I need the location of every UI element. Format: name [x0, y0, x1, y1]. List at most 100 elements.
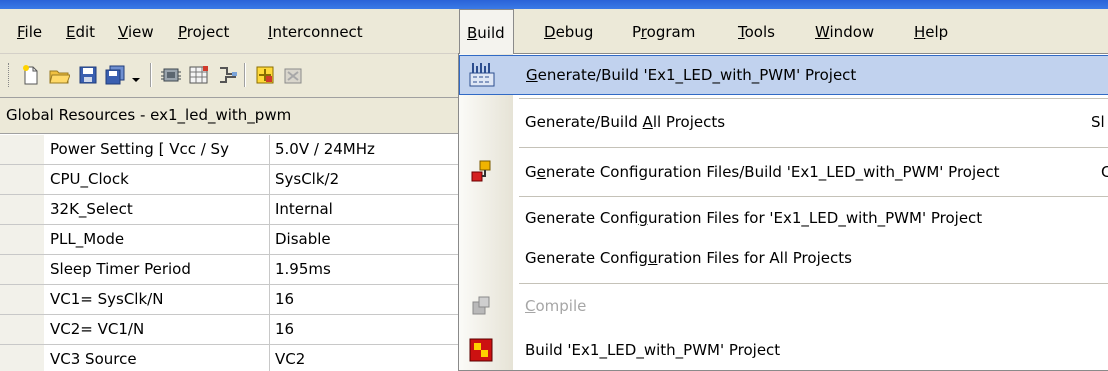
property-name: 32K_Select	[46, 195, 270, 224]
menu-item-label: Generate/Build 'Ex1_LED_with_PWM' Projec…	[526, 66, 856, 84]
toolbar-separator	[244, 63, 246, 87]
menu-help[interactable]: Help	[914, 23, 948, 41]
delete-module-icon[interactable]	[282, 64, 304, 86]
menu-window-mnemonic: W	[815, 23, 830, 41]
label-mnemonic: g	[638, 209, 648, 227]
label-prefix: Generate Confi	[525, 209, 639, 227]
menu-item-compile[interactable]: Compile	[459, 286, 1108, 326]
menu-debug[interactable]: Debug	[544, 23, 593, 41]
label-suffix: uration Files for 'Ex1_LED_with_PWM' Pro…	[647, 209, 983, 227]
row-gutter	[0, 315, 44, 344]
menu-program[interactable]: Program	[632, 23, 695, 41]
menu-item-generate-config-build[interactable]: Generate Configuration Files/Build 'Ex1_…	[459, 149, 1108, 195]
menu-separator	[519, 196, 1108, 197]
property-value[interactable]: 16	[275, 285, 455, 314]
menu-item-label: Generate Configuration Files/Build 'Ex1_…	[525, 163, 999, 181]
table-row[interactable]: VC1= SysClk/N 16	[0, 285, 458, 315]
toolbar-separator	[150, 63, 152, 87]
menu-build[interactable]: Build	[459, 9, 514, 54]
menu-item-shortcut: Sl	[1091, 113, 1105, 131]
property-value[interactable]: SysClk/2	[275, 165, 455, 194]
row-gutter	[0, 195, 44, 224]
build-menu-dropdown: Generate/Build 'Ex1_LED_with_PWM' Projec…	[458, 53, 1108, 371]
menu-edit[interactable]: Edit	[66, 23, 95, 41]
chip-editor-icon[interactable]	[160, 64, 182, 86]
property-value[interactable]: Internal	[275, 195, 455, 224]
row-gutter	[0, 255, 44, 284]
new-file-icon[interactable]	[20, 64, 42, 86]
label-suffix: ration Files for All Projects	[657, 249, 852, 267]
table-row[interactable]: VC2= VC1/N 16	[0, 315, 458, 345]
menu-project-label: roject	[186, 23, 230, 41]
toolbar	[0, 55, 460, 95]
row-gutter	[0, 135, 44, 164]
menu-window[interactable]: Window	[815, 23, 874, 41]
label-prefix: Generate/Build	[525, 113, 643, 131]
interconnect-view-icon[interactable]	[188, 64, 210, 86]
menu-item-shortcut: C	[1101, 163, 1108, 181]
menu-build-label: uild	[477, 24, 505, 42]
menu-tools-mnemonic: T	[738, 23, 745, 41]
label-suffix: ompile	[535, 297, 587, 315]
row-gutter	[0, 345, 44, 371]
property-name: PLL_Mode	[46, 225, 270, 254]
menu-item-label: Compile	[525, 297, 586, 315]
table-row[interactable]: PLL_Mode Disable	[0, 225, 458, 255]
window-title-strip	[0, 0, 1108, 9]
property-value[interactable]: 1.95ms	[275, 255, 455, 284]
menu-view-mnemonic: V	[118, 23, 128, 41]
toolbar-dropdown-icon[interactable]	[129, 64, 143, 86]
label-suffix: ll Projects	[652, 113, 726, 131]
menu-item-label: Build 'Ex1_LED_with_PWM' Project	[525, 341, 780, 359]
property-name: CPU_Clock	[46, 165, 270, 194]
menu-debug-mnemonic: D	[544, 23, 556, 41]
menu-project[interactable]: Project	[178, 23, 229, 41]
menu-item-generate-build-all[interactable]: Generate/Build All Projects Sl	[459, 99, 1108, 145]
property-name: VC1= SysClk/N	[46, 285, 270, 314]
menu-tools-label: ools	[744, 23, 775, 41]
table-row[interactable]: VC3 Source VC2	[0, 345, 458, 371]
save-all-icon[interactable]	[104, 64, 126, 86]
property-value[interactable]: 5.0V / 24MHz	[275, 135, 455, 164]
save-icon[interactable]	[77, 64, 99, 86]
menu-item-build-project[interactable]: Build 'Ex1_LED_with_PWM' Project	[459, 330, 1108, 370]
label-mnemonic: A	[642, 113, 653, 131]
menu-item-label: Generate Configuration Files for All Pro…	[525, 249, 852, 267]
wiring-icon[interactable]	[217, 64, 239, 86]
label-prefix: Generate Config	[525, 249, 648, 267]
menu-file-label: ile	[24, 23, 43, 41]
menu-file[interactable]: File	[17, 23, 42, 41]
label-suffix: nerate Configuration Files/Build 'Ex1_LE…	[545, 163, 1000, 181]
table-row[interactable]: Sleep Timer Period 1.95ms	[0, 255, 458, 285]
label-prefix: G	[525, 163, 537, 181]
property-name: Power Setting [ Vcc / Sy	[46, 135, 270, 164]
menu-item-generate-config-project[interactable]: Generate Configuration Files for 'Ex1_LE…	[459, 198, 1108, 238]
menu-item-generate-config-all[interactable]: Generate Configuration Files for All Pro…	[459, 238, 1108, 278]
menu-view[interactable]: View	[118, 23, 154, 41]
menu-file-mnemonic: F	[17, 23, 25, 41]
build-project-icon	[467, 336, 495, 364]
row-gutter	[0, 225, 44, 254]
property-value[interactable]: Disable	[275, 225, 455, 254]
table-row[interactable]: Power Setting [ Vcc / Sy 5.0V / 24MHz	[0, 135, 458, 165]
label-mnemonic: e	[536, 163, 546, 181]
table-row[interactable]: 32K_Select Internal	[0, 195, 458, 225]
table-row[interactable]: CPU_Clock SysClk/2	[0, 165, 458, 195]
menu-interconnect[interactable]: Interconnect	[268, 23, 363, 41]
property-value[interactable]: 16	[275, 315, 455, 344]
place-module-icon[interactable]	[254, 64, 276, 86]
menu-debug-label: ebug	[555, 23, 594, 41]
menu-build-mnemonic: B	[467, 24, 478, 42]
menu-separator	[519, 147, 1108, 148]
menu-project-mnemonic: P	[178, 23, 187, 41]
menu-item-generate-build-project[interactable]: Generate/Build 'Ex1_LED_with_PWM' Projec…	[459, 55, 1108, 95]
property-value[interactable]: VC2	[275, 345, 455, 371]
label-suffix: enerate/Build 'Ex1_LED_with_PWM' Project	[537, 66, 857, 84]
row-gutter	[0, 165, 44, 194]
menu-separator	[519, 283, 1108, 284]
open-folder-icon[interactable]	[48, 64, 71, 86]
menu-tools[interactable]: Tools	[738, 23, 775, 41]
property-name: VC2= VC1/N	[46, 315, 270, 344]
menu-window-label: indow	[829, 23, 875, 41]
toolbar-grip[interactable]	[8, 63, 11, 87]
